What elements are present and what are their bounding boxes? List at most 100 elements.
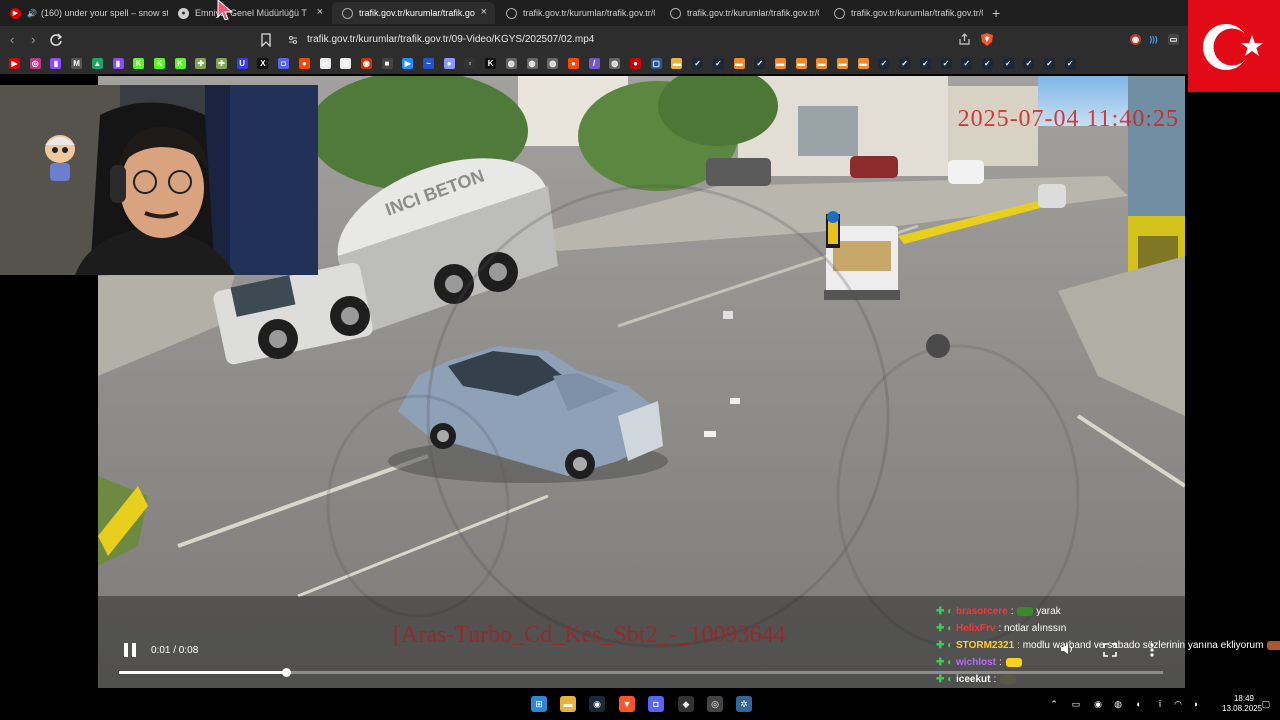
discord-icon[interactable]: ◘ [278, 58, 290, 69]
kick-icon[interactable]: K [133, 58, 145, 69]
chess-icon[interactable]: ✚ [216, 58, 227, 69]
steam-icon[interactable]: ✓ [1002, 58, 1014, 69]
close-tab-icon[interactable]: × [317, 6, 323, 18]
bookmark-icon[interactable]: 8 [340, 58, 352, 69]
bookmark-icon[interactable]: / [588, 58, 600, 69]
tab-trafik[interactable]: trafik.gov.tr/kurumlar/trafik.gov.tr/09 [824, 2, 987, 24]
bookmark-icon[interactable]: ● [443, 58, 455, 69]
globe-icon[interactable]: ◍ [547, 58, 559, 69]
reddit-icon[interactable]: ● [567, 58, 579, 69]
video-watermark-text: [Aras-Turbo_Cd_Kes_Sbt2_-_10093644 [393, 622, 786, 648]
steam-icon[interactable]: ✓ [899, 58, 911, 69]
close-tab-icon[interactable]: × [481, 6, 487, 18]
bookmark-icon[interactable]: ◉ [360, 58, 372, 69]
youtube-icon: ▶ [10, 7, 21, 19]
steam-icon[interactable]: ✓ [940, 58, 952, 69]
tab-trafik[interactable]: trafik.gov.tr/kurumlar/trafik.gov.tr/09 [496, 2, 659, 24]
tab-youtube[interactable]: ▶ 🔊 (160) under your spell – snow stri [0, 2, 168, 24]
folder-icon[interactable]: ▬ [816, 58, 828, 69]
new-tab-button[interactable]: + [992, 5, 1000, 21]
folder-icon[interactable]: ▬ [733, 58, 745, 69]
notification-icon[interactable]: ▢ [1258, 696, 1274, 712]
gmail-icon[interactable]: M [71, 58, 83, 69]
tab-trafik-active[interactable]: trafik.gov.tr/kurumlar/trafik.gov.tr × [332, 2, 495, 24]
steam-icon[interactable]: ✓ [919, 58, 931, 69]
kick-icon[interactable]: K [174, 58, 186, 69]
steam-icon[interactable]: ✓ [754, 58, 766, 69]
bookmark-icon[interactable]: ● [630, 58, 641, 69]
folder-icon[interactable]: ▬ [857, 58, 869, 69]
bookmark-icon[interactable]: ■ [381, 58, 393, 69]
bookmark-icon[interactable]: ▫ [464, 58, 476, 69]
steam-icon[interactable]: ◉ [589, 696, 605, 712]
tab-egm[interactable]: ● Emniyet Genel Müdürlüğü Trafik × [168, 2, 331, 24]
bookmark-icon[interactable]: ~ [423, 58, 434, 69]
steam-icon[interactable]: ✓ [712, 58, 724, 69]
extension-icon[interactable]: ▭ [1168, 34, 1179, 45]
steam-icon[interactable]: ✓ [1064, 58, 1076, 69]
kick-icon[interactable]: K [153, 58, 165, 69]
chevron-up-icon[interactable]: ⌃ [1046, 696, 1062, 712]
brave-shields-icon[interactable] [980, 32, 994, 47]
app-icon[interactable]: ✲ [736, 696, 752, 712]
folder-icon[interactable]: ▬ [837, 58, 848, 69]
globe-icon[interactable]: ◍ [526, 58, 538, 69]
obs-icon[interactable]: ◎ [707, 696, 723, 712]
steam-tray-icon[interactable]: ◉ [1090, 696, 1106, 712]
speaker-icon[interactable]: ◖ [1130, 696, 1146, 712]
site-info-icon[interactable] [288, 35, 298, 45]
bookmark-icon[interactable]: ▶ [402, 58, 414, 69]
bookmark-icon[interactable]: K [485, 58, 497, 69]
twitch-icon[interactable]: ▮ [50, 58, 62, 69]
tab-trafik[interactable]: trafik.gov.tr/kurumlar/trafik.gov.tr/09 [660, 2, 823, 24]
tab-title: trafik.gov.tr/kurumlar/trafik.gov.tr/09 [687, 8, 819, 18]
bookmark-icon[interactable]: ▢ [650, 58, 662, 69]
steam-tray-icon[interactable]: ◍ [1110, 696, 1126, 712]
reddit-icon[interactable]: ● [298, 58, 310, 69]
steam-icon[interactable]: ✓ [961, 58, 973, 69]
share-icon[interactable] [958, 33, 971, 46]
steam-icon[interactable]: ✓ [1044, 58, 1055, 69]
system-clock[interactable]: 18:49 13.08.2025 [1222, 694, 1263, 714]
pause-icon[interactable] [123, 642, 137, 658]
windows-start-icon[interactable]: ⊞ [531, 696, 547, 712]
discord-icon[interactable]: ◘ [648, 696, 664, 712]
patreon-icon[interactable]: P [319, 58, 331, 69]
url-text[interactable]: trafik.gov.tr/kurumlar/trafik.gov.tr/09-… [307, 34, 594, 45]
reload-icon[interactable] [49, 33, 63, 47]
back-icon[interactable]: ‹ [10, 32, 14, 47]
twitch-icon[interactable]: ▮ [112, 58, 124, 69]
microphone-icon[interactable]: ⅰ [1152, 696, 1168, 712]
folder-icon[interactable]: ▬ [671, 58, 683, 69]
steam-icon[interactable]: ✓ [878, 58, 890, 69]
extension-icon[interactable]: ))) [1148, 34, 1159, 45]
file-explorer-icon[interactable]: ▬ [560, 696, 576, 712]
extension-icon[interactable]: ◉ [1130, 34, 1141, 45]
browser-toolbar: ‹ › trafik.gov.tr/kurumlar/trafik.gov.tr… [0, 26, 1188, 54]
instagram-icon[interactable]: ◎ [29, 58, 41, 69]
bookmark-page-icon[interactable] [260, 33, 272, 47]
globe-icon[interactable]: ◍ [609, 58, 621, 69]
video-progress-thumb[interactable] [282, 668, 292, 677]
folder-icon[interactable]: ▬ [795, 58, 807, 69]
wifi-icon[interactable]: ◠ [1170, 696, 1186, 712]
globe-icon[interactable]: ◍ [505, 58, 517, 69]
x-icon[interactable]: X [257, 58, 269, 69]
chess-icon[interactable]: ✚ [195, 58, 207, 69]
chess-icon[interactable]: U [236, 58, 248, 69]
steam-icon[interactable]: ✓ [692, 58, 704, 69]
steam-icon[interactable]: ✓ [981, 58, 993, 69]
brave-icon[interactable]: ▼ [619, 696, 635, 712]
volume-icon[interactable]: ◗ [1188, 696, 1204, 712]
address-bar[interactable]: trafik.gov.tr/kurumlar/trafik.gov.tr/09-… [282, 29, 1002, 51]
drive-icon[interactable]: ▲ [91, 58, 103, 69]
epic-games-icon[interactable]: ◆ [678, 696, 694, 712]
forward-icon[interactable]: › [31, 32, 35, 47]
clock-date: 13.08.2025 [1222, 704, 1263, 713]
folder-icon[interactable]: ▬ [774, 58, 786, 69]
speaker-icon[interactable]: 🔊 [27, 9, 37, 18]
steam-icon[interactable]: ✓ [1023, 58, 1035, 69]
battery-icon[interactable]: ▭ [1068, 696, 1084, 712]
youtube-icon[interactable]: ▶ [9, 58, 20, 69]
chat-emote-icon [1005, 657, 1022, 667]
